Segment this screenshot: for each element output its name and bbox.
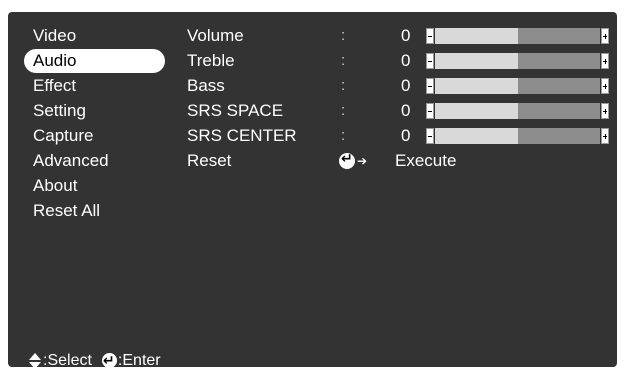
slider-track — [435, 103, 600, 119]
menu-item-advanced[interactable]: Advanced — [24, 149, 165, 173]
bass-label: Bass — [187, 76, 225, 95]
volume-colon: : — [341, 27, 346, 44]
slider-fill — [435, 128, 518, 144]
menu-item-capture[interactable]: Capture — [24, 124, 165, 148]
menu-item-reset-all[interactable]: Reset All — [24, 199, 165, 223]
srs-center-value: 0 — [401, 126, 411, 145]
decrease-icon[interactable] — [426, 78, 434, 94]
decrease-icon[interactable] — [426, 53, 434, 69]
slider-fill — [435, 78, 518, 94]
enter-icon — [339, 151, 355, 169]
select-hint: :Select — [43, 352, 92, 369]
decrease-icon[interactable] — [426, 103, 434, 119]
bass-slider[interactable] — [426, 78, 609, 94]
slider-fill — [435, 103, 518, 119]
treble-value: 0 — [401, 51, 411, 70]
menu-item-audio[interactable]: Audio — [24, 49, 165, 73]
srs-space-colon: : — [341, 102, 346, 119]
bass-value: 0 — [401, 76, 411, 95]
osd-menu-panel: Video Audio Effect Setting Capture Advan… — [8, 12, 617, 372]
slider-track — [435, 78, 600, 94]
treble-slider[interactable] — [426, 53, 609, 69]
reset-label: Reset — [187, 151, 232, 170]
srs-center-colon: : — [341, 127, 346, 144]
srs-center-label: SRS CENTER — [187, 126, 297, 145]
slider-track — [435, 53, 600, 69]
increase-icon[interactable] — [601, 128, 609, 144]
enter-icon — [101, 350, 117, 372]
menu-item-video[interactable]: Video — [24, 24, 165, 48]
footer-hints: :Select :Enter — [28, 350, 161, 372]
menu-item-about[interactable]: About — [24, 174, 165, 198]
execute-button[interactable]: Execute — [395, 149, 456, 173]
increase-icon[interactable] — [601, 78, 609, 94]
menu-item-setting[interactable]: Setting — [24, 99, 165, 123]
increase-icon[interactable] — [601, 53, 609, 69]
treble-label: Treble — [187, 51, 235, 70]
arrow-right-icon: ➔ — [357, 154, 368, 168]
srs-space-value: 0 — [401, 101, 411, 120]
increase-icon[interactable] — [601, 28, 609, 44]
decrease-icon[interactable] — [426, 128, 434, 144]
menu-item-effect[interactable]: Effect — [24, 74, 165, 98]
slider-track — [435, 128, 600, 144]
srs-center-slider[interactable] — [426, 128, 609, 144]
up-down-arrows-icon — [28, 352, 42, 369]
volume-value: 0 — [401, 26, 411, 45]
srs-space-label: SRS SPACE — [187, 101, 284, 120]
slider-fill — [435, 28, 518, 44]
volume-slider[interactable] — [426, 28, 609, 44]
bass-colon: : — [341, 77, 346, 94]
srs-space-slider[interactable] — [426, 103, 609, 119]
slider-fill — [435, 53, 518, 69]
slider-track — [435, 28, 600, 44]
volume-label: Volume — [187, 26, 244, 45]
increase-icon[interactable] — [601, 103, 609, 119]
enter-hint: :Enter — [117, 352, 161, 369]
decrease-icon[interactable] — [426, 28, 434, 44]
treble-colon: : — [341, 52, 346, 69]
